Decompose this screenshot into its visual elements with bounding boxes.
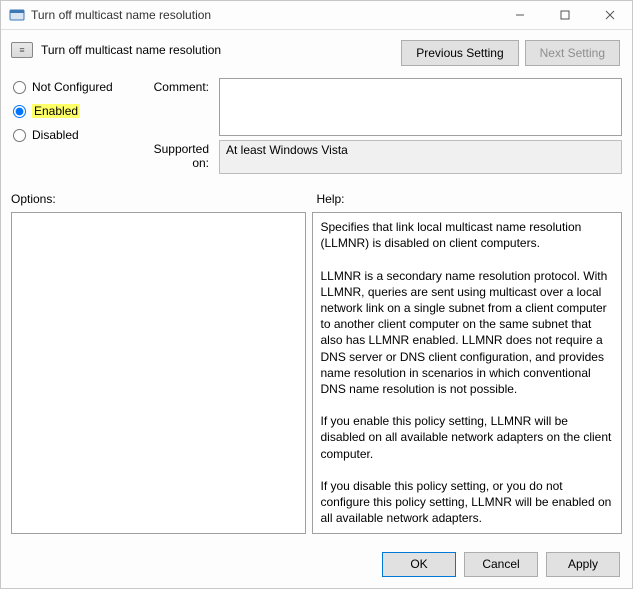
comment-label: Comment: [145, 78, 215, 94]
policy-title: Turn off multicast name resolution [41, 43, 221, 57]
options-label: Options: [11, 192, 317, 206]
window-controls [497, 1, 632, 29]
minimize-button[interactable] [497, 1, 542, 29]
supported-on-label: Supported on: [145, 140, 215, 170]
titlebar: Turn off multicast name resolution [1, 1, 632, 30]
options-help-labels: Options: Help: [11, 192, 622, 206]
apply-button[interactable]: Apply [546, 552, 620, 577]
help-label: Help: [317, 192, 623, 206]
content-area: ≡ Turn off multicast name resolution Pre… [1, 30, 632, 540]
ok-button[interactable]: OK [382, 552, 456, 577]
radio-disabled-input[interactable] [13, 129, 26, 142]
radio-not-configured[interactable]: Not Configured [13, 80, 141, 94]
radio-enabled[interactable]: Enabled [13, 104, 141, 118]
help-panel: Specifies that link local multicast name… [312, 212, 623, 534]
policy-editor-window: Turn off multicast name resolution ≡ Tur… [0, 0, 633, 589]
radio-not-configured-input[interactable] [13, 81, 26, 94]
previous-setting-button[interactable]: Previous Setting [401, 40, 518, 66]
options-panel [11, 212, 306, 534]
maximize-button[interactable] [542, 1, 587, 29]
supported-on-value: At least Windows Vista [219, 140, 622, 174]
options-help-boxes: Specifies that link local multicast name… [11, 212, 622, 534]
dialog-button-bar: OK Cancel Apply [1, 540, 632, 588]
close-button[interactable] [587, 1, 632, 29]
radio-enabled-label: Enabled [32, 104, 80, 118]
radio-not-configured-label: Not Configured [32, 80, 113, 94]
next-setting-button: Next Setting [525, 40, 620, 66]
state-radio-group: Not Configured Enabled Disabled [11, 78, 141, 142]
radio-disabled-label: Disabled [32, 128, 79, 142]
radio-disabled[interactable]: Disabled [13, 128, 141, 142]
header-row: ≡ Turn off multicast name resolution Pre… [11, 38, 622, 66]
radio-enabled-input[interactable] [13, 105, 26, 118]
config-grid: Not Configured Enabled Disabled Comment:… [11, 78, 622, 174]
app-icon [9, 7, 25, 23]
policy-icon: ≡ [11, 42, 33, 58]
window-title: Turn off multicast name resolution [31, 8, 497, 22]
comment-input[interactable] [219, 78, 622, 136]
cancel-button[interactable]: Cancel [464, 552, 538, 577]
